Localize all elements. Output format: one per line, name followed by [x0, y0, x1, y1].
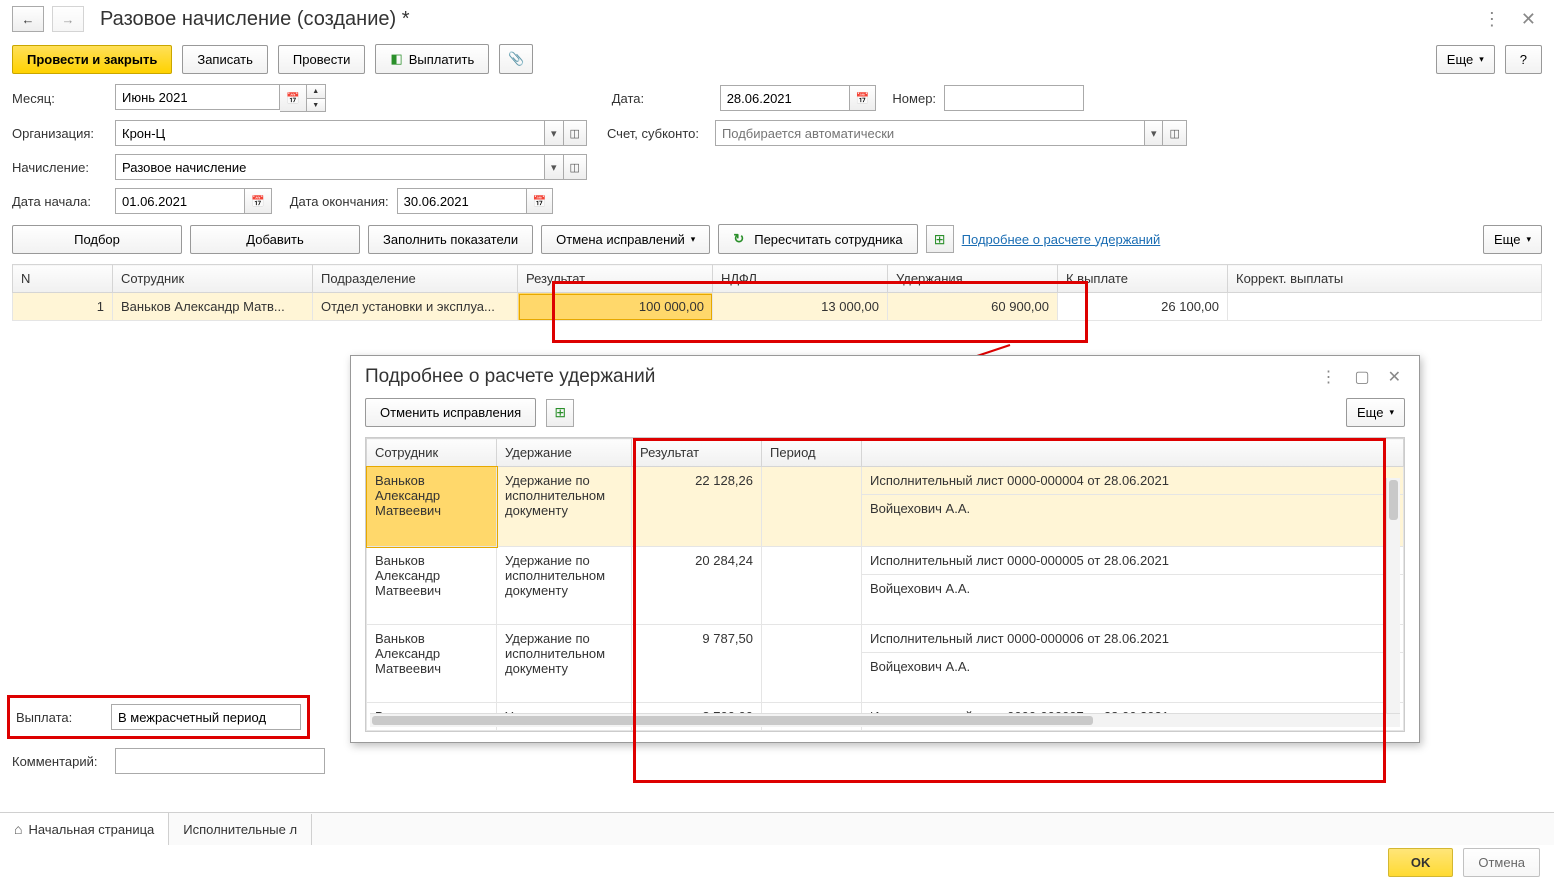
detail-row[interactable]: Ваньков Александр Матвеевич Удержание по…: [367, 547, 1404, 575]
col-corr[interactable]: Коррект. выплаты: [1228, 265, 1542, 293]
date-input[interactable]: [720, 85, 850, 111]
month-label: Месяц:: [12, 91, 107, 106]
end-input[interactable]: [397, 188, 527, 214]
open-icon[interactable]: ◫: [1163, 120, 1186, 146]
table-config-icon[interactable]: ⊞: [546, 399, 574, 427]
popup-title: Подробнее о расчете удержаний: [365, 366, 1306, 388]
calendar-icon[interactable]: 📅: [527, 188, 554, 214]
payout-input[interactable]: [111, 704, 301, 730]
org-input[interactable]: [115, 120, 545, 146]
kebab-icon[interactable]: ⋮: [1477, 9, 1507, 30]
col-emp[interactable]: Сотрудник: [113, 265, 313, 293]
col-ded[interactable]: Удержания: [888, 265, 1058, 293]
recalc-button[interactable]: ↻Пересчитать сотрудника: [718, 224, 917, 254]
number-input[interactable]: [944, 85, 1084, 111]
more-button[interactable]: Еще ▾: [1436, 45, 1495, 74]
pay-button[interactable]: ◧Выплатить: [375, 44, 489, 74]
tab-home[interactable]: ⌂Начальная страница: [0, 813, 169, 845]
write-button[interactable]: Записать: [182, 45, 268, 74]
select-button[interactable]: Подбор: [12, 225, 182, 254]
scrollbar-vertical[interactable]: [1386, 478, 1400, 713]
tab-bar: ⌂Начальная страница Исполнительные л: [0, 812, 1554, 845]
dcol-period[interactable]: Период: [762, 439, 862, 467]
dropdown-icon[interactable]: ▾: [1145, 120, 1164, 146]
col-topay[interactable]: К выплате: [1058, 265, 1228, 293]
more-button-2[interactable]: Еще ▾: [1483, 225, 1542, 254]
kebab-icon[interactable]: ⋮: [1316, 367, 1340, 387]
dropdown-icon[interactable]: ▾: [545, 154, 564, 180]
deductions-popup: Подробнее о расчете удержаний ⋮ ▢ ✕ Отме…: [350, 355, 1420, 743]
col-ndfl[interactable]: НДФЛ: [713, 265, 888, 293]
dcol-res[interactable]: Результат: [632, 439, 762, 467]
popup-more-button[interactable]: Еще ▾: [1346, 398, 1405, 427]
start-label: Дата начала:: [12, 194, 107, 209]
col-res[interactable]: Результат: [518, 265, 713, 293]
help-button[interactable]: ?: [1505, 45, 1542, 74]
accrual-input[interactable]: [115, 154, 545, 180]
pay-icon: ◧: [390, 51, 402, 67]
close-icon[interactable]: ✕: [1515, 9, 1542, 30]
comment-label: Комментарий:: [12, 754, 107, 769]
calendar-icon[interactable]: 📅: [245, 188, 272, 214]
window-title: Разовое начисление (создание) *: [100, 8, 410, 31]
col-dept[interactable]: Подразделение: [313, 265, 518, 293]
dcol-desc[interactable]: [862, 439, 1404, 467]
close-icon[interactable]: ✕: [1384, 367, 1405, 387]
add-button[interactable]: Добавить: [190, 225, 360, 254]
back-button[interactable]: ←: [12, 6, 44, 32]
start-input[interactable]: [115, 188, 245, 214]
ok-button[interactable]: OK: [1388, 848, 1454, 877]
maximize-icon[interactable]: ▢: [1350, 367, 1373, 387]
table-config-icon[interactable]: ⊞: [926, 225, 954, 253]
accrual-label: Начисление:: [12, 160, 107, 175]
forward-button[interactable]: →: [52, 6, 84, 32]
date-label: Дата:: [612, 91, 712, 106]
end-label: Дата окончания:: [290, 194, 389, 209]
payout-label: Выплата:: [16, 710, 101, 725]
month-up[interactable]: ▲: [307, 85, 325, 98]
dcol-ded[interactable]: Удержание: [497, 439, 632, 467]
account-input[interactable]: [715, 120, 1145, 146]
refresh-icon: ↻: [733, 231, 744, 247]
calendar-icon[interactable]: 📅: [850, 85, 877, 111]
dropdown-icon[interactable]: ▾: [545, 120, 564, 146]
account-label: Счет, субконто:: [607, 126, 707, 141]
cancel-button[interactable]: Отмена: [1463, 848, 1540, 877]
popup-cancel-corr-button[interactable]: Отменить исправления: [365, 398, 536, 427]
open-icon[interactable]: ◫: [564, 154, 587, 180]
tab-writs[interactable]: Исполнительные л: [169, 814, 312, 845]
number-label: Номер:: [892, 91, 936, 106]
org-label: Организация:: [12, 126, 107, 141]
post-button[interactable]: Провести: [278, 45, 366, 74]
dcol-emp[interactable]: Сотрудник: [367, 439, 497, 467]
comment-input[interactable]: [115, 748, 325, 774]
details-link[interactable]: Подробнее о расчете удержаний: [962, 232, 1161, 247]
detail-row[interactable]: Ваньков Александр Матвеевич Удержание по…: [367, 467, 1404, 495]
detail-row[interactable]: Ваньков Александр Матвеевич Удержание по…: [367, 625, 1404, 653]
fill-button[interactable]: Заполнить показатели: [368, 225, 533, 254]
detail-table[interactable]: Сотрудник Удержание Результат Период Ван…: [366, 438, 1404, 731]
post-close-button[interactable]: Провести и закрыть: [12, 45, 172, 74]
calendar-icon[interactable]: 📅: [280, 84, 307, 112]
main-table[interactable]: N Сотрудник Подразделение Результат НДФЛ…: [12, 264, 1542, 321]
open-icon[interactable]: ◫: [564, 120, 587, 146]
month-input[interactable]: [115, 84, 280, 110]
month-down[interactable]: ▼: [307, 98, 325, 111]
cancel-corr-button[interactable]: Отмена исправлений ▾: [541, 225, 710, 254]
paperclip-icon: 📎: [508, 51, 524, 67]
table-row[interactable]: 1 Ваньков Александр Матв... Отдел устано…: [13, 293, 1542, 321]
col-n[interactable]: N: [13, 265, 113, 293]
attach-button[interactable]: 📎: [499, 44, 533, 74]
home-icon: ⌂: [14, 821, 22, 837]
